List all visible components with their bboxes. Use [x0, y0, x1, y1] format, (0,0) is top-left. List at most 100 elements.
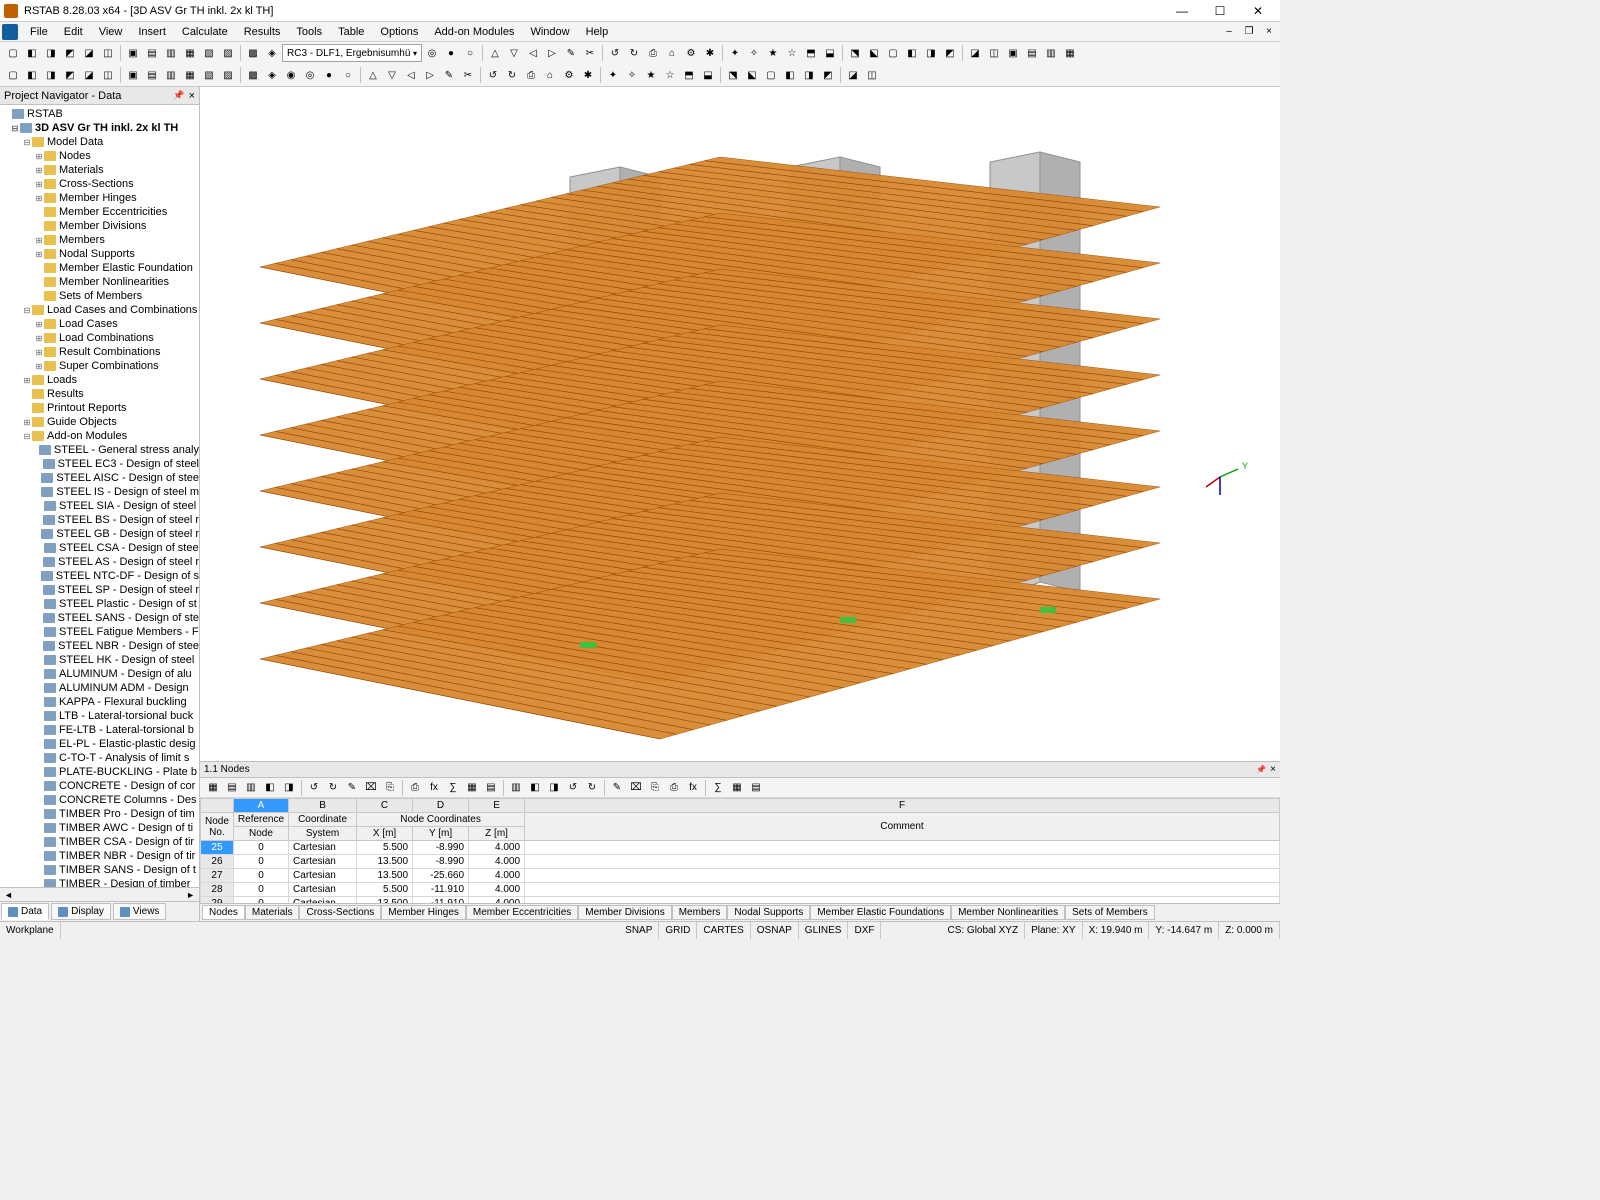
- pin-icon[interactable]: 📌: [173, 90, 184, 101]
- doc-close-button[interactable]: ×: [1260, 24, 1278, 40]
- toolbar-button[interactable]: ⎙: [522, 66, 540, 84]
- table-toolbar-button[interactable]: ▦: [728, 779, 746, 797]
- toolbar-button[interactable]: ⌂: [663, 44, 681, 62]
- tree-item[interactable]: STEEL - General stress analy: [0, 443, 199, 457]
- tree-item[interactable]: ⊟3D ASV Gr TH inkl. 2x kl TH: [0, 121, 199, 135]
- tree-item[interactable]: TIMBER NBR - Design of tir: [0, 849, 199, 863]
- tree-item[interactable]: Member Divisions: [0, 219, 199, 233]
- tree-item[interactable]: PLATE-BUCKLING - Plate b: [0, 765, 199, 779]
- tree-item[interactable]: STEEL NTC-DF - Design of s: [0, 569, 199, 583]
- toolbar-button[interactable]: ▦: [181, 44, 199, 62]
- tree-item[interactable]: Sets of Members: [0, 289, 199, 303]
- table-tab[interactable]: Member Hinges: [381, 905, 466, 920]
- table-tab[interactable]: Member Elastic Foundations: [810, 905, 951, 920]
- toolbar-combo[interactable]: RC3 - DLF1, Ergebnisumhü: [282, 44, 422, 62]
- toolbar-button[interactable]: ◈: [263, 44, 281, 62]
- toolbar-button[interactable]: ◪: [844, 66, 862, 84]
- toolbar-button[interactable]: ◨: [42, 66, 60, 84]
- maximize-button[interactable]: ☐: [1202, 1, 1238, 21]
- tree-item[interactable]: ⊞Load Cases: [0, 317, 199, 331]
- toolbar-button[interactable]: ⬕: [743, 66, 761, 84]
- toolbar-button[interactable]: ▦: [1061, 44, 1079, 62]
- table-toolbar-button[interactable]: ∑: [709, 779, 727, 797]
- tree-item[interactable]: C-TO-T - Analysis of limit s: [0, 751, 199, 765]
- 3d-viewport[interactable]: Y: [200, 87, 1280, 761]
- toolbar-button[interactable]: ◪: [80, 66, 98, 84]
- toolbar-button[interactable]: ⬔: [724, 66, 742, 84]
- tree-item[interactable]: STEEL GB - Design of steel r: [0, 527, 199, 541]
- toolbar-button[interactable]: ▨: [219, 66, 237, 84]
- toolbar-button[interactable]: ⌂: [541, 66, 559, 84]
- toolbar-button[interactable]: ▨: [219, 44, 237, 62]
- toolbar-button[interactable]: ◧: [781, 66, 799, 84]
- tree-item[interactable]: CONCRETE - Design of cor: [0, 779, 199, 793]
- tree-item[interactable]: STEEL SIA - Design of steel: [0, 499, 199, 513]
- toolbar-button[interactable]: ★: [764, 44, 782, 62]
- toolbar-button[interactable]: ○: [339, 66, 357, 84]
- toolbar-button[interactable]: ◩: [61, 44, 79, 62]
- table-toolbar-button[interactable]: ◨: [545, 779, 563, 797]
- tree-item[interactable]: TIMBER SANS - Design of t: [0, 863, 199, 877]
- toolbar-button[interactable]: ★: [642, 66, 660, 84]
- toolbar-button[interactable]: ◫: [863, 66, 881, 84]
- toolbar-button[interactable]: ☆: [783, 44, 801, 62]
- toolbar-button[interactable]: ▷: [543, 44, 561, 62]
- toolbar-button[interactable]: ✧: [745, 44, 763, 62]
- table-toolbar-button[interactable]: ▤: [747, 779, 765, 797]
- tree-item[interactable]: LTB - Lateral-torsional buck: [0, 709, 199, 723]
- tree-item[interactable]: Member Eccentricities: [0, 205, 199, 219]
- toolbar-button[interactable]: ◩: [819, 66, 837, 84]
- toolbar-button[interactable]: ↺: [484, 66, 502, 84]
- tree-item[interactable]: ⊞Materials: [0, 163, 199, 177]
- tree-item[interactable]: TIMBER - Design of timber: [0, 877, 199, 887]
- toolbar-button[interactable]: ↻: [503, 66, 521, 84]
- table-tab[interactable]: Nodes: [202, 905, 245, 920]
- toolbar-button[interactable]: ✱: [701, 44, 719, 62]
- nav-tab-data[interactable]: Data: [1, 903, 49, 920]
- toolbar-button[interactable]: ◨: [800, 66, 818, 84]
- table-tab[interactable]: Materials: [245, 905, 300, 920]
- toolbar-button[interactable]: ☆: [661, 66, 679, 84]
- status-osnap[interactable]: OSNAP: [751, 922, 799, 939]
- table-toolbar-button[interactable]: ⌧: [627, 779, 645, 797]
- table-toolbar-button[interactable]: ⌧: [362, 779, 380, 797]
- toolbar-button[interactable]: ◈: [263, 66, 281, 84]
- toolbar-button[interactable]: ▤: [1023, 44, 1041, 62]
- table-toolbar-button[interactable]: ∑: [444, 779, 462, 797]
- toolbar-button[interactable]: ✎: [440, 66, 458, 84]
- tree-item[interactable]: ALUMINUM - Design of alu: [0, 667, 199, 681]
- toolbar-button[interactable]: ▦: [181, 66, 199, 84]
- tree-item[interactable]: STEEL HK - Design of steel: [0, 653, 199, 667]
- toolbar-button[interactable]: ▥: [1042, 44, 1060, 62]
- tree-item[interactable]: ⊟Add-on Modules: [0, 429, 199, 443]
- tree-item[interactable]: Printout Reports: [0, 401, 199, 415]
- tree-item[interactable]: ⊞Member Hinges: [0, 191, 199, 205]
- tree-item[interactable]: EL-PL - Elastic-plastic desig: [0, 737, 199, 751]
- table-toolbar-button[interactable]: ⎘: [381, 779, 399, 797]
- tree-item[interactable]: STEEL BS - Design of steel r: [0, 513, 199, 527]
- toolbar-button[interactable]: △: [486, 44, 504, 62]
- toolbar-button[interactable]: ▢: [4, 66, 22, 84]
- status-glines[interactable]: GLINES: [799, 922, 849, 939]
- table-toolbar-button[interactable]: fx: [425, 779, 443, 797]
- toolbar-button[interactable]: ▧: [200, 66, 218, 84]
- toolbar-button[interactable]: ◧: [903, 44, 921, 62]
- toolbar-button[interactable]: ⎙: [644, 44, 662, 62]
- toolbar-button[interactable]: ⬒: [680, 66, 698, 84]
- toolbar-button[interactable]: ✂: [581, 44, 599, 62]
- toolbar-button[interactable]: ▣: [124, 44, 142, 62]
- toolbar-button[interactable]: ✧: [623, 66, 641, 84]
- table-toolbar-button[interactable]: ⎙: [406, 779, 424, 797]
- navigator-scrollbar[interactable]: ◄►: [0, 887, 199, 901]
- navigator-close-icon[interactable]: ×: [189, 90, 195, 102]
- table-toolbar-button[interactable]: ▥: [242, 779, 260, 797]
- tree-item[interactable]: FE-LTB - Lateral-torsional b: [0, 723, 199, 737]
- tree-item[interactable]: Member Nonlinearities: [0, 275, 199, 289]
- panel-close-icon[interactable]: ×: [1270, 764, 1276, 775]
- toolbar-button[interactable]: ◫: [99, 66, 117, 84]
- menu-calculate[interactable]: Calculate: [174, 24, 236, 40]
- tree-item[interactable]: ⊞Nodal Supports: [0, 247, 199, 261]
- toolbar-button[interactable]: ▤: [143, 44, 161, 62]
- toolbar-button[interactable]: ▥: [162, 44, 180, 62]
- nav-tab-display[interactable]: Display: [51, 903, 111, 920]
